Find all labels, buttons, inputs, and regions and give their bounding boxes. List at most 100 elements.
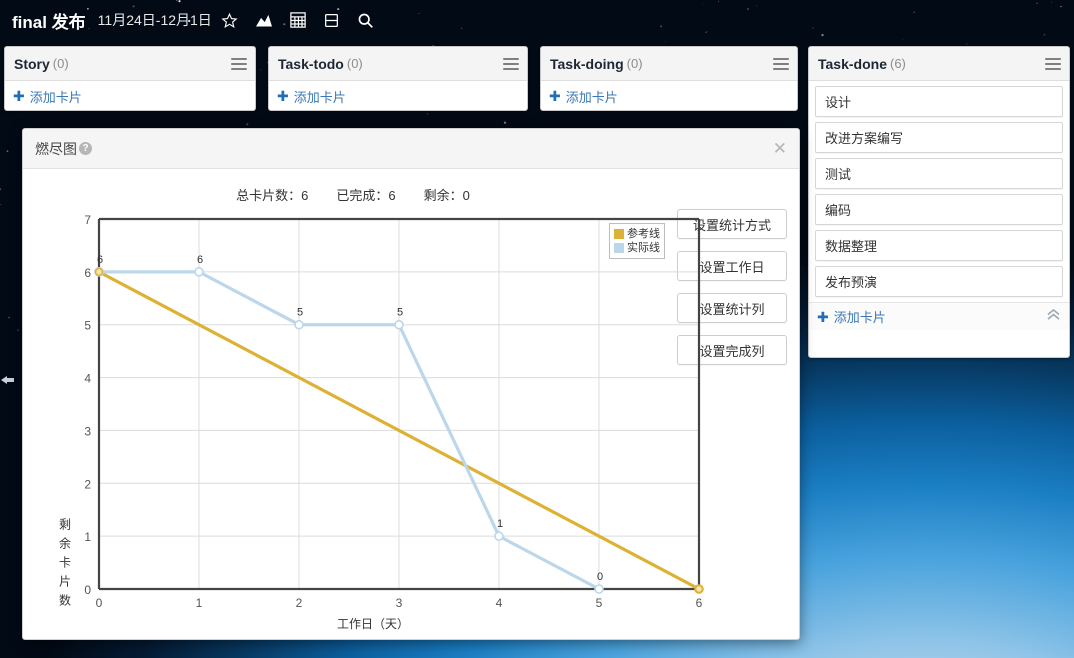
x-tick-label: 3: [396, 596, 403, 610]
y-tick-label: 7: [84, 213, 91, 227]
data-point[interactable]: [194, 267, 204, 277]
plus-icon: ✚: [817, 308, 829, 325]
column-count: (0): [626, 56, 643, 71]
dialog-title: 燃尽图: [35, 140, 77, 157]
chart-plot-area: 012345670 1 2 3 4 5 66 65 510: [84, 213, 704, 610]
stat-done: 已完成：6: [336, 188, 396, 203]
stat-remaining: 剩余：0: [423, 188, 470, 203]
y-tick-label: 3: [84, 424, 91, 438]
card-title: 改进方案编写: [825, 131, 904, 146]
column-header: Story (0): [5, 47, 255, 81]
dialog-body: 总卡片数：6 已完成：6 剩余：0 设置统计方式 设置工作日 设置统计列 设置完…: [23, 169, 799, 640]
legend-swatch: [614, 243, 624, 253]
card-item[interactable]: 数据整理: [815, 230, 1063, 261]
column-footer: ✚ 添加卡片: [809, 302, 1069, 330]
y-tick-label: 2: [84, 477, 91, 491]
column-header: Task-done (6): [809, 47, 1069, 81]
help-icon[interactable]: ?: [79, 142, 92, 155]
add-card-label: 添加卡片: [29, 89, 82, 105]
card-title: 测试: [825, 167, 852, 182]
add-card-button[interactable]: ✚ 添加卡片: [5, 81, 255, 111]
stat-total: 总卡片数：6: [236, 188, 309, 203]
chart-icon[interactable]: [248, 6, 280, 34]
dialog-header: 燃尽图 ? ✕: [23, 129, 799, 169]
data-point[interactable]: [494, 531, 504, 541]
column-task-doing[interactable]: Task-doing (0) ✚ 添加卡片: [540, 46, 798, 111]
column-title: Story: [14, 55, 50, 72]
x-tick-label: 1: [196, 596, 203, 610]
card-item[interactable]: 改进方案编写: [815, 122, 1063, 153]
card-list: 设计改进方案编写 测试编码数据整理发布预演: [809, 86, 1069, 297]
column-menu-icon[interactable]: [503, 57, 519, 70]
legend-label: 参考线: [627, 228, 660, 240]
column-story[interactable]: Story (0) ✚ 添加卡片: [4, 46, 256, 111]
x-tick-label: 0: [96, 596, 103, 610]
column-header: Task-todo (0): [269, 47, 527, 81]
x-tick-label: 2: [296, 596, 303, 610]
card-title: 发布预演: [825, 275, 878, 290]
data-point[interactable]: [94, 267, 104, 276]
card-item[interactable]: 测试: [815, 158, 1063, 189]
board-date-range: 11月24日-12月1日: [97, 12, 212, 28]
chart-stats: 总卡片数：6 已完成：6 剩余：0: [23, 185, 683, 204]
card-title: 设计: [825, 95, 852, 110]
card-item[interactable]: 编码: [815, 194, 1063, 225]
plus-icon: ✚: [13, 88, 25, 104]
page-title: final 发布: [12, 12, 86, 32]
column-menu-icon[interactable]: [1045, 57, 1061, 70]
data-point[interactable]: [294, 319, 304, 330]
x-tick-label: 4: [496, 596, 503, 610]
y-tick-label: 1: [84, 530, 91, 544]
y-tick-label: 0: [84, 583, 91, 597]
legend-item: 实际线: [614, 241, 660, 255]
legend-item: 参考线: [614, 227, 660, 241]
column-title: Task-todo: [278, 55, 344, 72]
column-count: (6): [889, 56, 906, 71]
column-menu-icon[interactable]: [773, 57, 789, 70]
legend-label: 实际线: [627, 242, 660, 254]
card-title: 数据整理: [825, 239, 878, 254]
card-item[interactable]: 设计: [815, 86, 1063, 117]
column-title: Task-done: [818, 55, 887, 72]
data-point-label: 5: [397, 307, 403, 319]
data-point[interactable]: [594, 584, 604, 594]
column-task-todo[interactable]: Task-todo (0) ✚ 添加卡片: [268, 46, 528, 111]
y-tick-label: 6: [84, 266, 91, 280]
data-point-label: 5: [297, 307, 303, 319]
grid-icon[interactable]: [282, 6, 314, 34]
chevron-up-icon[interactable]: [1046, 308, 1061, 324]
column-header: Task-doing (0): [541, 47, 797, 81]
column-count: (0): [346, 56, 363, 71]
card-item[interactable]: 发布预演: [815, 266, 1063, 297]
column-title: Task-doing: [550, 55, 624, 72]
add-card-button[interactable]: ✚ 添加卡片: [269, 81, 527, 111]
burndown-chart: 剩余卡片数 012345670123456665510 工作日（天） 参考线 实际…: [23, 211, 704, 631]
x-tick-label: 5: [596, 596, 603, 610]
add-card-label: 添加卡片: [565, 89, 618, 105]
top-toolbar: final 发布 11月24日-12月1日: [0, 0, 1074, 40]
add-card-button[interactable]: ✚ 添加卡片: [817, 307, 886, 326]
add-card-label: 添加卡片: [833, 310, 886, 325]
data-point-label: 6: [97, 254, 103, 266]
data-point[interactable]: [694, 584, 704, 594]
add-card-button[interactable]: ✚ 添加卡片: [541, 81, 797, 111]
add-card-label: 添加卡片: [293, 89, 346, 105]
x-axis-label: 工作日（天）: [336, 617, 409, 631]
y-tick-label: 4: [84, 372, 91, 386]
legend-swatch: [614, 229, 624, 239]
x-tick-label: 6: [696, 596, 703, 610]
plus-icon: ✚: [549, 88, 561, 104]
column-menu-icon[interactable]: [231, 57, 247, 70]
sidebar-drag-handle[interactable]: [0, 372, 16, 388]
close-icon[interactable]: ✕: [773, 140, 787, 157]
search-icon[interactable]: [350, 6, 382, 34]
card-title: 编码: [825, 203, 852, 218]
list-icon[interactable]: [316, 6, 348, 34]
burndown-chart-dialog: 燃尽图 ? ✕ 总卡片数：6 已完成：6 剩余：0 设置统计方式 设置工作日 设…: [22, 128, 800, 640]
column-count: (0): [52, 56, 69, 71]
y-tick-label: 5: [84, 319, 91, 333]
column-task-done[interactable]: Task-done (6) 设计改进方案编写 测试编码数据整理发布预演 ✚ 添加卡…: [808, 46, 1070, 358]
y-axis-label: 剩余卡片数: [58, 517, 71, 608]
data-point[interactable]: [394, 319, 404, 330]
star-icon[interactable]: [214, 6, 246, 34]
